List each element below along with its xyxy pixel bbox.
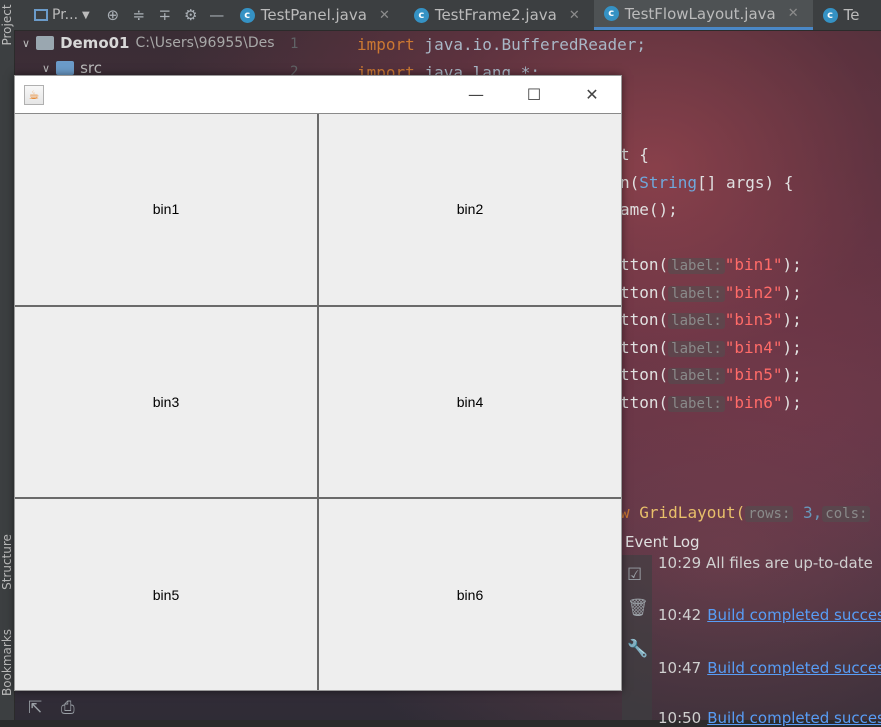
wrench-icon[interactable]: 🔧	[627, 639, 648, 659]
build-log-link[interactable]: Build completed success	[707, 606, 881, 624]
code-line: tton(label: "bin2");	[620, 283, 802, 302]
swing-window: ☕ — ☐ ✕ bin1 bin2 bin3 bin4 bin5 bin6	[14, 75, 622, 691]
tab-testpanel[interactable]: c TestPanel.java ✕	[230, 0, 404, 30]
bin4-button[interactable]: bin4	[319, 306, 621, 498]
code-line: tton(label: "bin5");	[620, 365, 802, 384]
project-path: C:\Users\96955\Des	[135, 35, 275, 51]
event-log-title: Event Log	[625, 533, 700, 551]
project-view-dropdown[interactable]: Pr... ▼	[14, 7, 100, 23]
chevron-down-icon: ∨	[42, 61, 51, 75]
java-class-icon: c	[239, 7, 255, 23]
bookmarks-tool-tab[interactable]: Bookmarks	[0, 629, 14, 696]
bin3-button[interactable]: bin3	[15, 306, 317, 498]
project-view-label: Pr...	[52, 7, 79, 23]
tab-label: TestPanel.java	[260, 6, 367, 24]
code-line: tton(label: "bin1");	[620, 255, 802, 274]
tab-testflowlayout[interactable]: c TestFlowLayout.java ✕	[593, 0, 813, 30]
tab-label: Te	[843, 6, 860, 24]
exit-icon[interactable]: ⇱	[28, 698, 42, 718]
close-icon[interactable]: ✕	[788, 6, 799, 21]
bin5-button[interactable]: bin5	[15, 499, 317, 690]
window-titlebar[interactable]: ☕ — ☐ ✕	[15, 76, 621, 113]
minimize-button[interactable]: —	[453, 80, 499, 110]
event-log-header: Event Log	[622, 530, 881, 554]
build-log-link[interactable]: Build completed success	[707, 709, 881, 727]
folder-icon	[36, 36, 55, 50]
project-name: Demo01	[60, 34, 130, 52]
project-tool-tab[interactable]: Project	[0, 0, 14, 54]
trash-icon[interactable]: 🗑	[627, 598, 649, 618]
grid-layout-panel: bin1 bin2 bin3 bin4 bin5 bin6	[15, 113, 621, 690]
bin6-button[interactable]: bin6	[319, 499, 621, 690]
project-tree: ∨ Demo01 C:\Users\96955\Des ∨ src	[14, 30, 314, 80]
code-line: t {	[620, 145, 649, 164]
gear-icon[interactable]: ⚙	[178, 6, 204, 24]
code-line: tton(label: "bin6");	[620, 393, 802, 412]
project-window-icon	[34, 9, 48, 21]
maximize-button[interactable]: ☐	[511, 80, 557, 110]
build-log-link[interactable]: Build completed success	[707, 659, 881, 677]
print-icon[interactable]: ⎙	[61, 698, 75, 718]
close-icon[interactable]: ✕	[569, 8, 580, 23]
tab-overflow[interactable]: c Te	[813, 0, 874, 30]
code-line: ame();	[620, 200, 678, 219]
bin2-button[interactable]: bin2	[319, 114, 621, 305]
folder-icon	[56, 61, 75, 75]
locate-icon[interactable]: ⊕	[100, 6, 126, 24]
code-line: tton(label: "bin3");	[620, 310, 802, 329]
left-tool-strip: Project Structure Bookmarks	[0, 0, 15, 720]
hide-icon[interactable]: —	[204, 6, 230, 24]
tree-item-demo01[interactable]: ∨ Demo01 C:\Users\96955\Des	[22, 34, 275, 52]
log-entry: 10:29 All files are up-to-date	[658, 554, 873, 572]
log-entry: 10:47 Build completed success	[658, 659, 881, 677]
tab-label: TestFrame2.java	[434, 6, 557, 24]
close-button[interactable]: ✕	[569, 80, 615, 110]
code-line: import java.io.BufferedReader;	[357, 35, 646, 54]
tab-testframe2[interactable]: c TestFrame2.java ✕	[404, 0, 594, 30]
event-log-toolbar: ☑ 🗑 🔧	[622, 555, 652, 720]
chevron-down-icon: ▼	[82, 9, 90, 21]
java-class-icon: c	[603, 6, 619, 21]
tab-label: TestFlowLayout.java	[624, 4, 776, 23]
bin1-button[interactable]: bin1	[15, 114, 317, 305]
java-class-icon: c	[822, 7, 838, 23]
structure-tool-tab[interactable]: Structure	[0, 533, 14, 591]
line-number: 1	[290, 36, 299, 52]
collapse-all-icon[interactable]: ∓	[152, 6, 178, 24]
code-line: n(String[] args) {	[620, 173, 794, 192]
expand-all-icon[interactable]: ≑	[126, 6, 152, 24]
log-entry: 10:42 Build completed success	[658, 606, 881, 624]
java-class-icon: c	[413, 7, 429, 23]
editor-tab-bar: Pr... ▼ ⊕ ≑ ∓ ⚙ — c TestPanel.java ✕ c T…	[14, 0, 881, 31]
java-logo-icon: ☕	[24, 85, 44, 105]
code-line: tton(label: "bin4");	[620, 338, 802, 357]
code-line: w GridLayout(rows: 3,cols: 2	[620, 503, 881, 522]
log-entry: 10:50 Build completed success	[658, 709, 881, 727]
mark-read-icon[interactable]: ☑	[627, 565, 642, 585]
close-icon[interactable]: ✕	[379, 8, 390, 23]
chevron-down-icon: ∨	[22, 36, 31, 50]
